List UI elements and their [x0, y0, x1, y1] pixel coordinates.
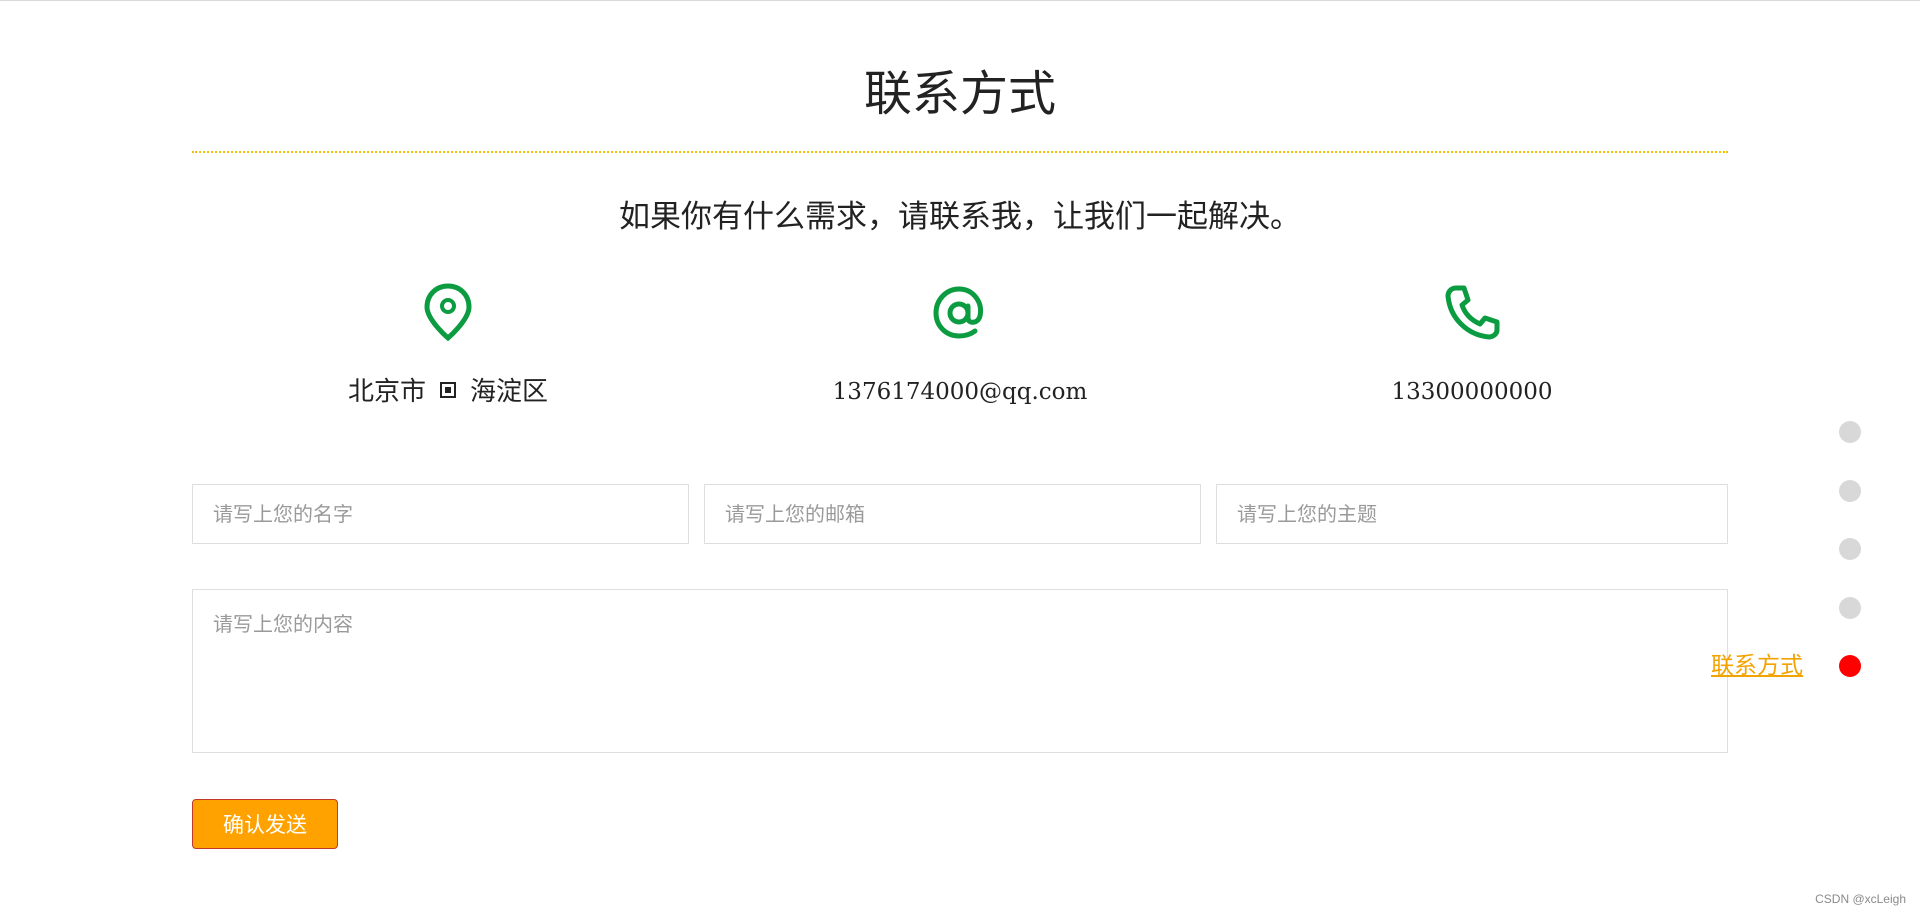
contact-address: 北京市 海淀区 [192, 282, 704, 410]
page-title: 联系方式 [863, 66, 1056, 122]
nav-label-contact[interactable]: 联系方式 [1711, 651, 1803, 681]
address-text: 北京市 海淀区 [192, 374, 704, 410]
phone-icon [1442, 282, 1502, 342]
email-text: 1376174000@qq.com [832, 379, 1088, 405]
at-sign-icon [930, 282, 990, 342]
nav-dot-3[interactable] [1839, 538, 1861, 560]
content-textarea[interactable] [192, 589, 1728, 753]
separator-icon [440, 381, 456, 398]
nav-dot-2[interactable] [1839, 480, 1861, 502]
nav-dot-1[interactable] [1839, 421, 1861, 443]
watermark: CSDN @xcLeigh [1815, 892, 1906, 906]
email-input[interactable] [704, 484, 1201, 544]
address-city: 北京市 [347, 377, 426, 407]
address-district: 海淀区 [470, 377, 549, 407]
nav-dot-contact[interactable] [1839, 655, 1861, 677]
title-divider [192, 151, 1728, 153]
nav-dot-4[interactable] [1839, 597, 1861, 619]
contact-info-row: 北京市 海淀区 1376174000@qq.com 13300000000 [192, 282, 1728, 422]
side-section-nav: 联系方式 [1520, 0, 1920, 914]
submit-button[interactable]: 确认发送 [192, 799, 338, 849]
page-subtitle: 如果你有什么需求，请联系我，让我们一起解决。 [619, 199, 1301, 235]
name-input[interactable] [192, 484, 689, 544]
location-pin-icon [418, 282, 478, 342]
contact-email: 1376174000@qq.com [704, 282, 1216, 410]
